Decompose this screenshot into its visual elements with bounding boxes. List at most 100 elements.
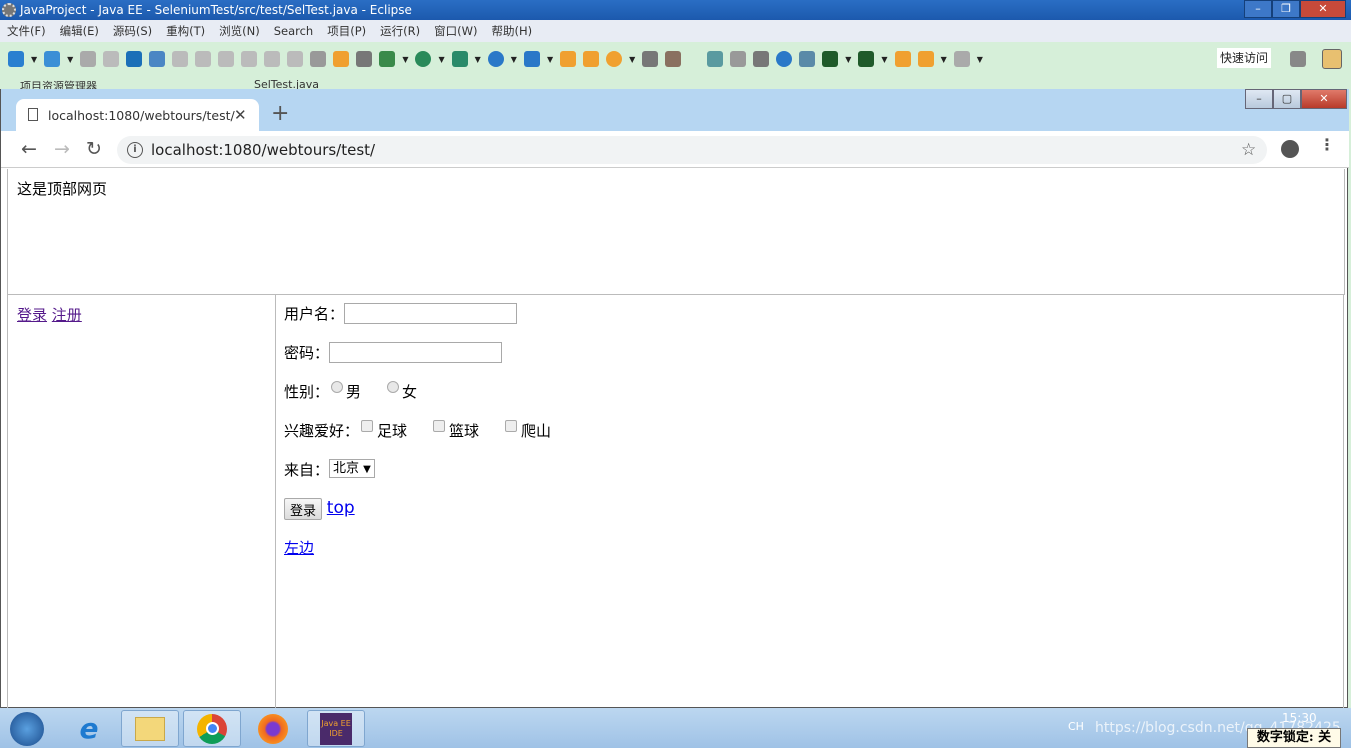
pilcrow-icon[interactable] — [753, 51, 770, 67]
password-label: 密码： — [284, 344, 330, 362]
menu-navigate[interactable]: 浏览(N) — [219, 20, 260, 42]
open-perspective-icon[interactable] — [1290, 51, 1306, 67]
gender-label: 性别： — [284, 383, 330, 401]
taskbar-firefox[interactable] — [244, 710, 302, 747]
toggle-icon[interactable] — [310, 51, 327, 67]
start-button[interactable] — [2, 710, 52, 747]
reload-icon[interactable]: ↻ — [86, 138, 102, 160]
globe-icon[interactable] — [776, 51, 793, 67]
close-button[interactable]: ✕ — [1300, 0, 1346, 18]
resume-icon[interactable] — [172, 51, 189, 67]
menu-help[interactable]: 帮助(H) — [491, 20, 532, 42]
external-tools-icon[interactable] — [451, 51, 468, 67]
hobby-football-checkbox[interactable] — [361, 420, 374, 432]
tab-strip: localhost:1080/webtours/test/ ✕ + – ▢ ✕ — [1, 89, 1349, 132]
menu-window[interactable]: 窗口(W) — [434, 20, 477, 42]
hobby-basketball-checkbox[interactable] — [433, 420, 446, 432]
prev-annotation-icon[interactable] — [858, 51, 875, 67]
username-label: 用户名： — [284, 305, 345, 323]
breadcrumb-icon[interactable] — [642, 51, 659, 67]
hobby-climbing-checkbox[interactable] — [505, 420, 518, 432]
gender-male-radio[interactable] — [331, 381, 344, 393]
terminate-icon[interactable] — [218, 51, 235, 67]
folder-icon — [135, 716, 165, 741]
new-servlet-icon[interactable] — [523, 51, 540, 67]
taskbar-java-ee-ide[interactable]: Java EE IDE — [307, 710, 365, 747]
menu-search[interactable]: Search — [274, 20, 314, 42]
menu-bar: 文件(F) 编辑(E) 源码(S) 重构(T) 浏览(N) Search 项目(… — [0, 20, 1351, 42]
from-select[interactable]: 北京 ▼ — [329, 459, 375, 478]
tasks-icon[interactable] — [356, 51, 373, 67]
last-edit-icon[interactable] — [894, 51, 911, 67]
java-ee-perspective-icon[interactable] — [1322, 49, 1342, 69]
close-tab-icon[interactable]: ✕ — [234, 99, 247, 132]
clock[interactable]: 15:30 — [1282, 711, 1317, 725]
gender-female-label: 女 — [402, 383, 418, 401]
top-link[interactable]: top — [327, 498, 355, 518]
eclipse-view-tabs: 项目资源管理器 SelTest.java — [0, 76, 1351, 90]
language-indicator[interactable]: CH — [1068, 720, 1084, 733]
monitor-icon[interactable] — [126, 51, 143, 67]
address-bar[interactable]: i localhost:1080/webtours/test/ ☆ — [117, 136, 1267, 164]
deploy-icon[interactable] — [799, 51, 816, 67]
menu-project[interactable]: 项目(P) — [327, 20, 366, 42]
taskbar-internet-explorer[interactable]: e — [60, 710, 118, 747]
minimize-button[interactable]: – — [1244, 0, 1272, 18]
navigation-bar: ← → ↻ i localhost:1080/webtours/test/ ☆ … — [1, 131, 1349, 168]
gender-female-radio[interactable] — [387, 381, 400, 393]
account-icon[interactable] — [1281, 140, 1299, 158]
menu-run[interactable]: 运行(R) — [380, 20, 420, 42]
taskbar-file-explorer[interactable] — [121, 710, 179, 747]
drop-frame-icon[interactable] — [333, 51, 350, 67]
menu-source[interactable]: 源码(S) — [113, 20, 152, 42]
hobby-label: 兴趣爱好： — [284, 422, 360, 440]
menu-file[interactable]: 文件(F) — [7, 20, 46, 42]
new-tab-button[interactable]: + — [271, 101, 289, 126]
password-input[interactable] — [329, 342, 503, 363]
new-web-icon[interactable] — [487, 51, 504, 67]
chrome-menu-icon[interactable]: ⋮ — [1319, 135, 1335, 154]
chrome-minimize-button[interactable]: – — [1245, 89, 1273, 109]
run-icon[interactable] — [415, 51, 432, 67]
left-link[interactable]: 左边 — [284, 537, 314, 558]
step-return-icon[interactable] — [287, 51, 304, 67]
next-annotation-icon[interactable] — [822, 51, 839, 67]
quick-access-field[interactable]: 快速访问 — [1217, 48, 1271, 68]
gender-male-label: 男 — [346, 383, 362, 401]
username-input[interactable] — [344, 303, 518, 324]
browser-tab[interactable]: localhost:1080/webtours/test/ ✕ — [16, 99, 259, 132]
step-over-icon[interactable] — [264, 51, 281, 67]
tab-title: localhost:1080/webtours/test/ — [48, 108, 235, 123]
edit-pen-icon[interactable] — [665, 51, 682, 67]
debug-icon[interactable] — [379, 51, 396, 67]
suspend-icon[interactable] — [195, 51, 212, 67]
forward-arrow-icon[interactable] — [953, 51, 970, 67]
menu-refactor[interactable]: 重构(T) — [166, 20, 205, 42]
back-icon[interactable]: ← — [21, 138, 37, 160]
register-link[interactable]: 注册 — [52, 306, 82, 324]
open-type-icon[interactable] — [560, 51, 577, 67]
chrome-icon — [197, 713, 227, 744]
back-arrow-icon[interactable] — [917, 51, 934, 67]
skip-breakpoints-icon[interactable] — [149, 51, 166, 67]
open-resource-icon[interactable] — [583, 51, 600, 67]
main-frame: 用户名： 密码： 性别： 男 女 兴趣爱好： 足球 篮球 爬山 来自： 北京 ▼… — [276, 295, 1344, 708]
forward-icon[interactable]: → — [54, 138, 70, 160]
login-button[interactable]: 登录 — [284, 498, 323, 520]
search-icon[interactable] — [606, 51, 623, 67]
save-icon[interactable] — [80, 51, 97, 67]
maximize-button[interactable]: ❐ — [1272, 0, 1300, 18]
save-all-icon[interactable] — [103, 51, 120, 67]
word-wrap-icon[interactable] — [707, 51, 724, 67]
taskbar-chrome[interactable] — [183, 710, 241, 747]
info-icon[interactable]: i — [127, 142, 143, 158]
block-select-icon[interactable] — [730, 51, 747, 67]
menu-edit[interactable]: 编辑(E) — [60, 20, 99, 42]
new-icon[interactable] — [8, 51, 24, 67]
login-link[interactable]: 登录 — [17, 306, 47, 324]
chrome-close-button[interactable]: ✕ — [1301, 89, 1347, 109]
chrome-maximize-button[interactable]: ▢ — [1273, 89, 1301, 109]
step-into-icon[interactable] — [241, 51, 258, 67]
new-package-icon[interactable] — [44, 51, 61, 67]
bookmark-star-icon[interactable]: ☆ — [1241, 136, 1256, 164]
